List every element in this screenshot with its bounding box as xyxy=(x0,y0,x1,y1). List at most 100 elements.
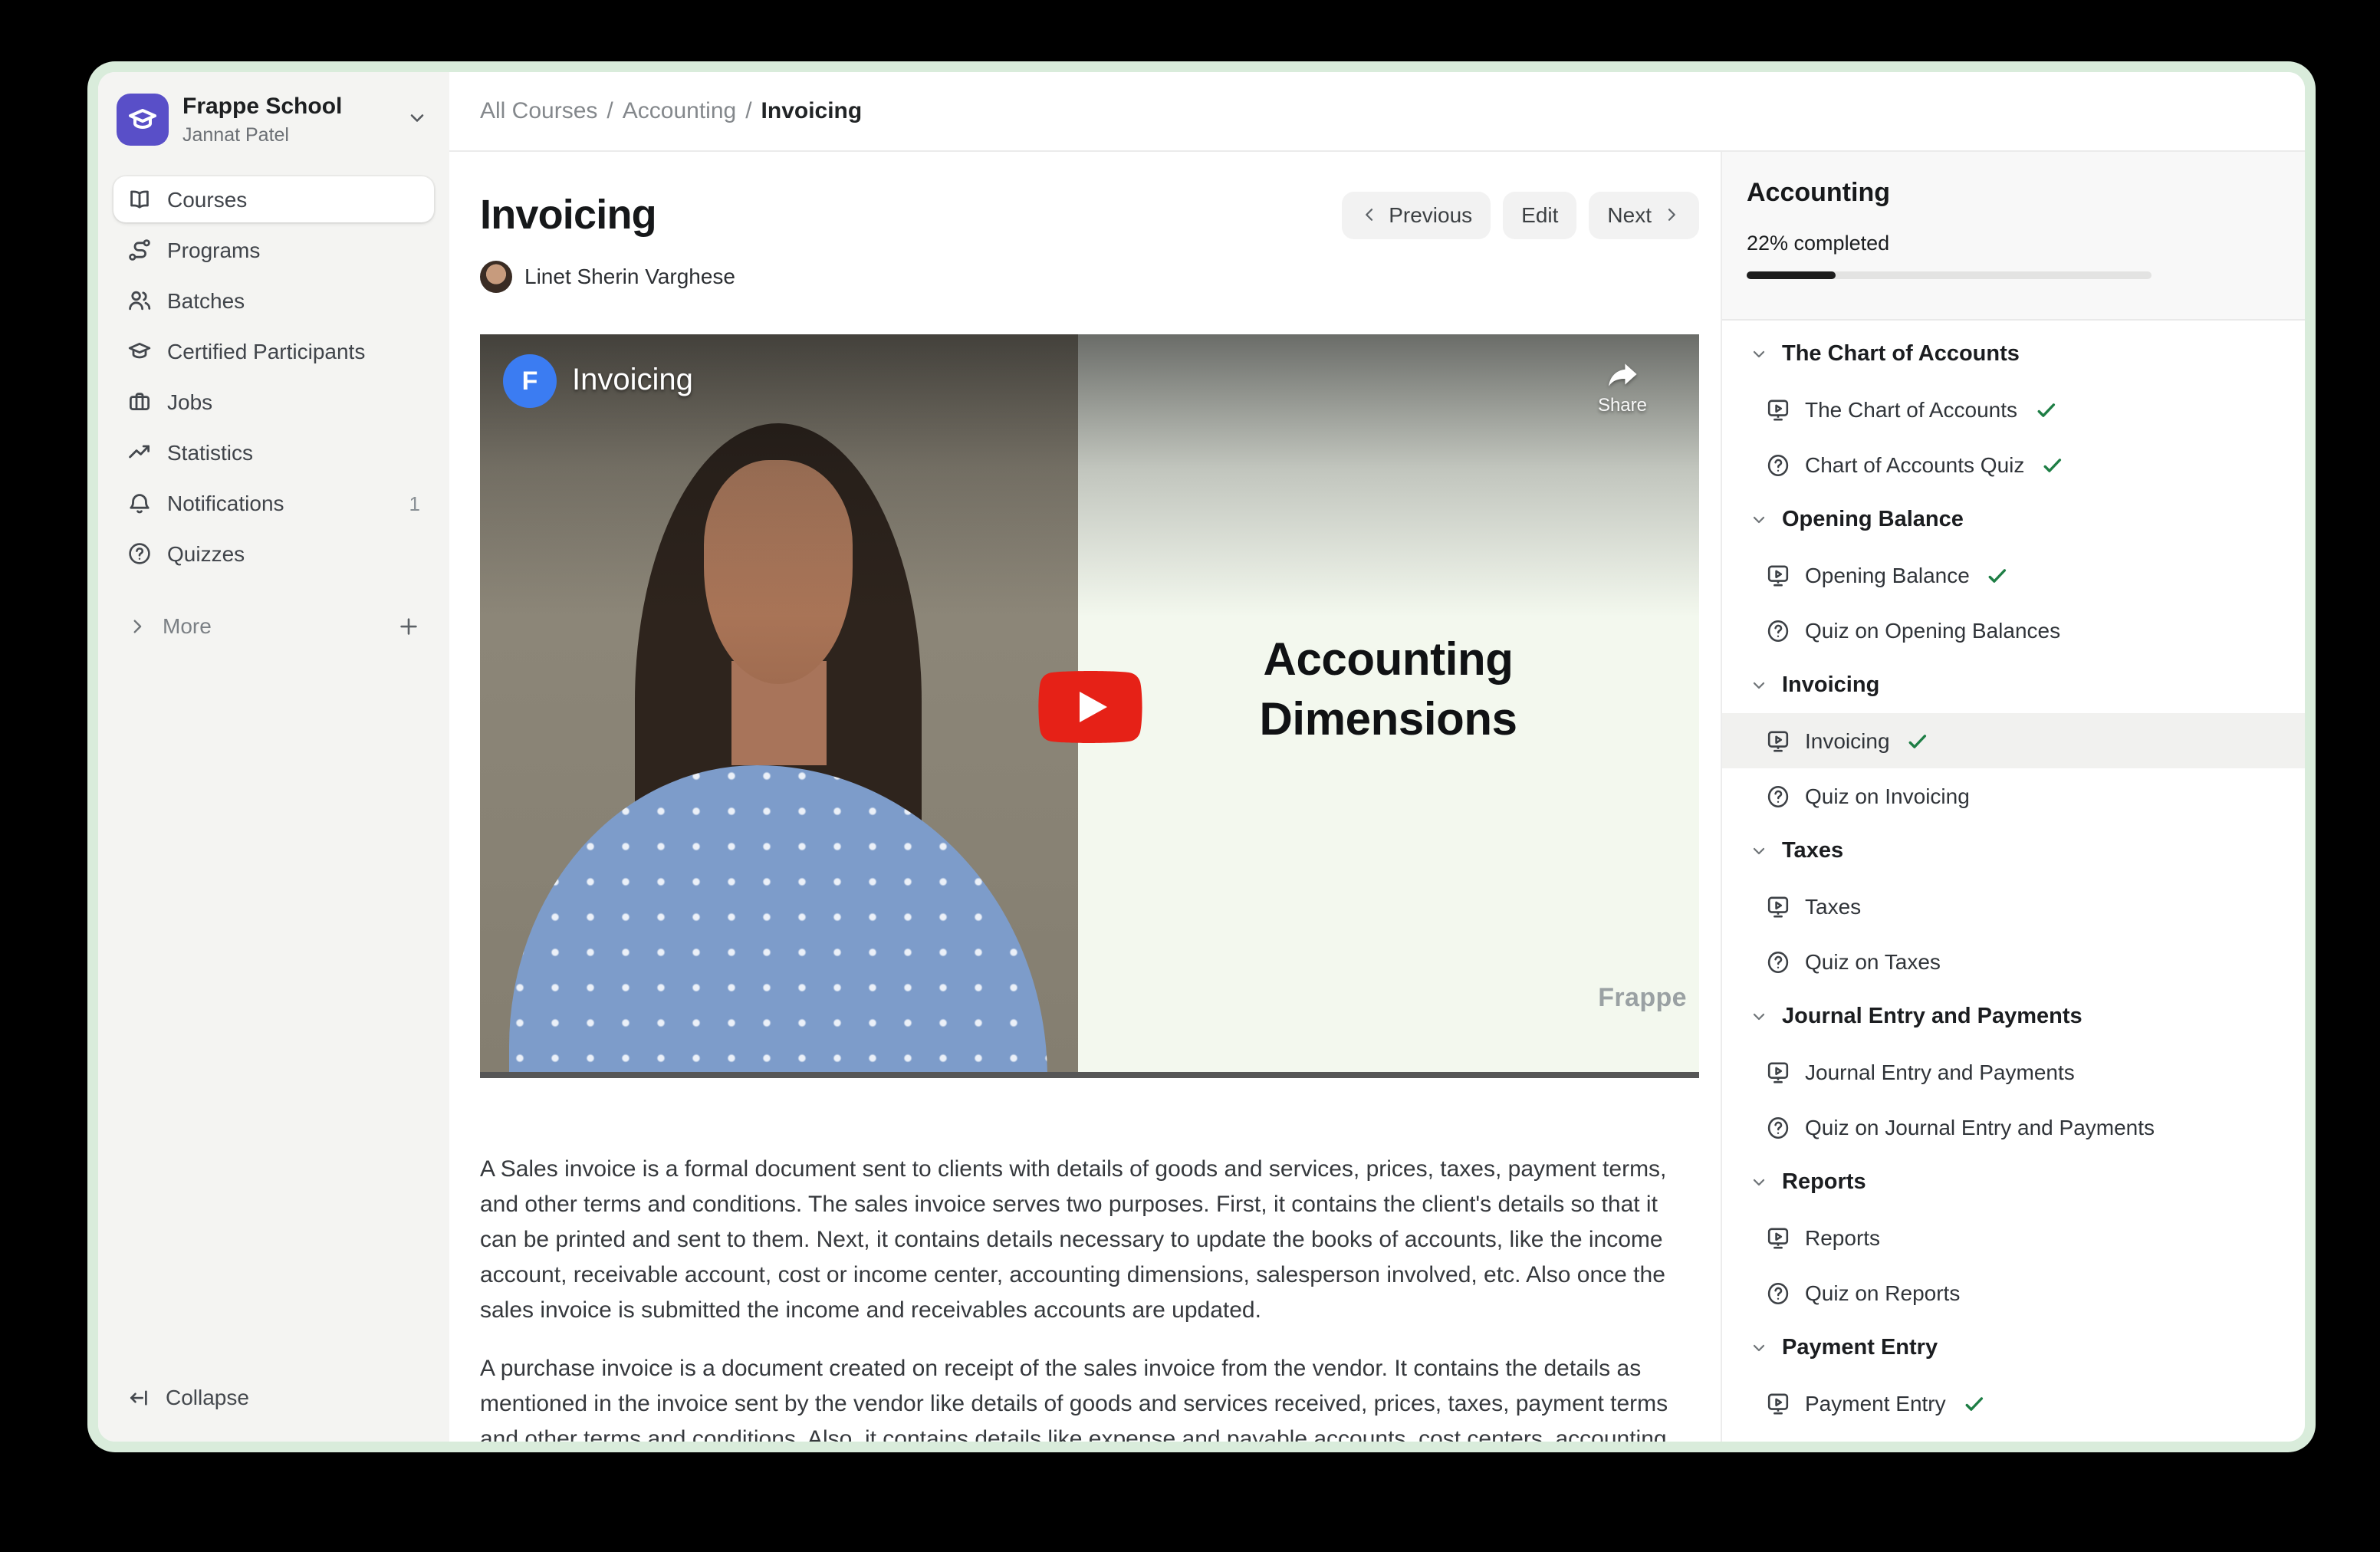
video-title-row: F Invoicing xyxy=(503,354,693,408)
sidebar-item-courses[interactable]: Courses xyxy=(113,176,434,222)
outline-item-the-chart-of-accounts[interactable]: The Chart of Accounts xyxy=(1722,382,2305,437)
school-selector[interactable]: Frappe School Jannat Patel xyxy=(113,90,434,146)
previous-label: Previous xyxy=(1389,202,1472,227)
briefcase-icon xyxy=(127,390,152,414)
outline-item-invoicing[interactable]: Invoicing xyxy=(1722,713,2305,768)
outline-item-reports[interactable]: Reports xyxy=(1722,1210,2305,1265)
sidebar-item-more[interactable]: More xyxy=(113,603,434,649)
graduation-cap-icon xyxy=(127,339,152,363)
video-presenter-frame xyxy=(480,334,1077,1078)
outline-section-reports[interactable]: Reports xyxy=(1722,1155,2305,1210)
sidebar-item-jobs[interactable]: Jobs xyxy=(113,379,434,425)
paragraph: A purchase invoice is a document created… xyxy=(480,1351,1679,1442)
outline-item-quiz-on-journal-entry-and-payments[interactable]: Quiz on Journal Entry and Payments xyxy=(1722,1100,2305,1155)
main-column: All Courses / Accounting / Invoicing Inv… xyxy=(449,72,2305,1442)
chevron-right-icon xyxy=(1662,206,1681,224)
outline-section: Reports Reports Quiz on Reports xyxy=(1722,1155,2305,1320)
check-icon xyxy=(1907,729,1930,752)
breadcrumb-accounting[interactable]: Accounting xyxy=(623,98,736,124)
page-title: Invoicing xyxy=(480,191,656,238)
breadcrumb-separator: / xyxy=(607,98,613,124)
sidebar-item-programs[interactable]: Programs xyxy=(113,227,434,273)
previous-button[interactable]: Previous xyxy=(1341,191,1491,238)
outline-item-quiz-on-invoicing[interactable]: Quiz on Invoicing xyxy=(1722,768,2305,824)
sidebar-item-quizzes[interactable]: Quizzes xyxy=(113,531,434,577)
outline-item-quiz-on-taxes[interactable]: Quiz on Taxes xyxy=(1722,934,2305,989)
outline-section-the-chart-of-accounts[interactable]: The Chart of Accounts xyxy=(1722,327,2305,382)
play-button[interactable] xyxy=(1037,669,1142,743)
lesson-body: A Sales invoice is a formal document sen… xyxy=(480,1152,1679,1442)
users-icon xyxy=(127,288,152,313)
outline-item-quiz-on-reports[interactable]: Quiz on Reports xyxy=(1722,1265,2305,1320)
video-title[interactable]: Invoicing xyxy=(572,363,693,399)
outline-item-journal-entry-and-payments[interactable]: Journal Entry and Payments xyxy=(1722,1044,2305,1100)
sidebar-item-notifications[interactable]: Notifications 1 xyxy=(113,480,434,526)
share-button[interactable]: Share xyxy=(1598,356,1647,416)
avatar xyxy=(480,260,512,292)
check-icon xyxy=(2034,398,2057,421)
chevron-down-icon xyxy=(1750,1008,1768,1026)
sidebar-item-batches[interactable]: Batches xyxy=(113,278,434,324)
video-lesson-icon xyxy=(1765,728,1791,754)
bell-icon xyxy=(127,491,152,515)
edit-button[interactable]: Edit xyxy=(1503,191,1576,238)
outline-section: Payment Entry Payment Entry xyxy=(1722,1320,2305,1431)
outline-item-chart-of-accounts-quiz[interactable]: Chart of Accounts Quiz xyxy=(1722,437,2305,492)
outline-section-payment-entry[interactable]: Payment Entry xyxy=(1722,1320,2305,1376)
next-button[interactable]: Next xyxy=(1589,191,1699,238)
frappe-school-app: Frappe School Jannat Patel Courses Progr… xyxy=(98,72,2305,1442)
outline-section: The Chart of Accounts The Chart of Accou… xyxy=(1722,327,2305,492)
school-meta: Frappe School Jannat Patel xyxy=(182,94,342,146)
chevron-right-icon xyxy=(127,616,147,636)
video-player[interactable]: Accounting Dimensions Frappe F Invoicing xyxy=(480,334,1699,1078)
chevron-left-icon xyxy=(1359,206,1378,224)
course-title: Accounting xyxy=(1747,178,2280,209)
school-user-name: Jannat Patel xyxy=(182,123,342,145)
chevron-down-icon xyxy=(1750,842,1768,860)
quiz-icon xyxy=(1765,1280,1791,1306)
progress-fill xyxy=(1747,271,1836,279)
plus-icon[interactable] xyxy=(397,614,420,637)
chevron-down-icon xyxy=(1750,511,1768,529)
breadcrumb-all-courses[interactable]: All Courses xyxy=(480,98,597,124)
sidebar-item-certified-participants[interactable]: Certified Participants xyxy=(113,328,434,374)
frappe-watermark: Frappe xyxy=(1598,983,1687,1014)
video-lesson-icon xyxy=(1765,1225,1791,1251)
quiz-icon xyxy=(1765,1114,1791,1140)
outline-item-opening-balance[interactable]: Opening Balance xyxy=(1722,547,2305,603)
chevron-down-icon xyxy=(1750,676,1768,695)
outline-item-payment-entry[interactable]: Payment Entry xyxy=(1722,1376,2305,1431)
outline-section-taxes[interactable]: Taxes xyxy=(1722,824,2305,879)
quiz-icon xyxy=(1765,949,1791,975)
chevron-down-icon xyxy=(1750,1339,1768,1357)
video-slide-frame: Accounting Dimensions Frappe xyxy=(1077,334,1699,1078)
lesson-header: Invoicing Previous Edit Nex xyxy=(480,186,1699,244)
breadcrumb-separator: / xyxy=(745,98,751,124)
flow-icon xyxy=(127,238,152,262)
outline-section-invoicing[interactable]: Invoicing xyxy=(1722,658,2305,713)
frappe-school-logo xyxy=(117,94,169,146)
progress-bar xyxy=(1747,271,2152,279)
outline-section-journal-entry-and-payments[interactable]: Journal Entry and Payments xyxy=(1722,989,2305,1044)
outline-section-opening-balance[interactable]: Opening Balance xyxy=(1722,492,2305,547)
check-icon xyxy=(2041,453,2064,476)
collapse-sidebar-button[interactable]: Collapse xyxy=(113,1374,434,1420)
quiz-icon xyxy=(1765,783,1791,809)
sidebar-more-label: More xyxy=(163,613,212,638)
collapse-label: Collapse xyxy=(166,1385,249,1409)
course-outline: The Chart of Accounts The Chart of Accou… xyxy=(1722,321,2305,1442)
outline-section: Journal Entry and Payments Journal Entry… xyxy=(1722,989,2305,1155)
course-panel-header: Accounting 22% completed xyxy=(1722,152,2305,321)
lesson-area: Invoicing Previous Edit Nex xyxy=(449,152,1721,1442)
outline-item-taxes[interactable]: Taxes xyxy=(1722,879,2305,934)
content-row: Invoicing Previous Edit Nex xyxy=(449,152,2305,1442)
channel-avatar[interactable]: F xyxy=(503,354,557,408)
outline-section: Taxes Taxes Quiz on Taxes xyxy=(1722,824,2305,989)
video-lesson-icon xyxy=(1765,396,1791,423)
sidebar-item-statistics[interactable]: Statistics xyxy=(113,429,434,475)
video-progress-bar[interactable] xyxy=(480,1072,1699,1078)
outline-item-quiz-on-opening-balances[interactable]: Quiz on Opening Balances xyxy=(1722,603,2305,658)
sidebar-spacer xyxy=(113,653,434,1374)
video-lesson-icon xyxy=(1765,1059,1791,1085)
video-lesson-icon xyxy=(1765,893,1791,919)
